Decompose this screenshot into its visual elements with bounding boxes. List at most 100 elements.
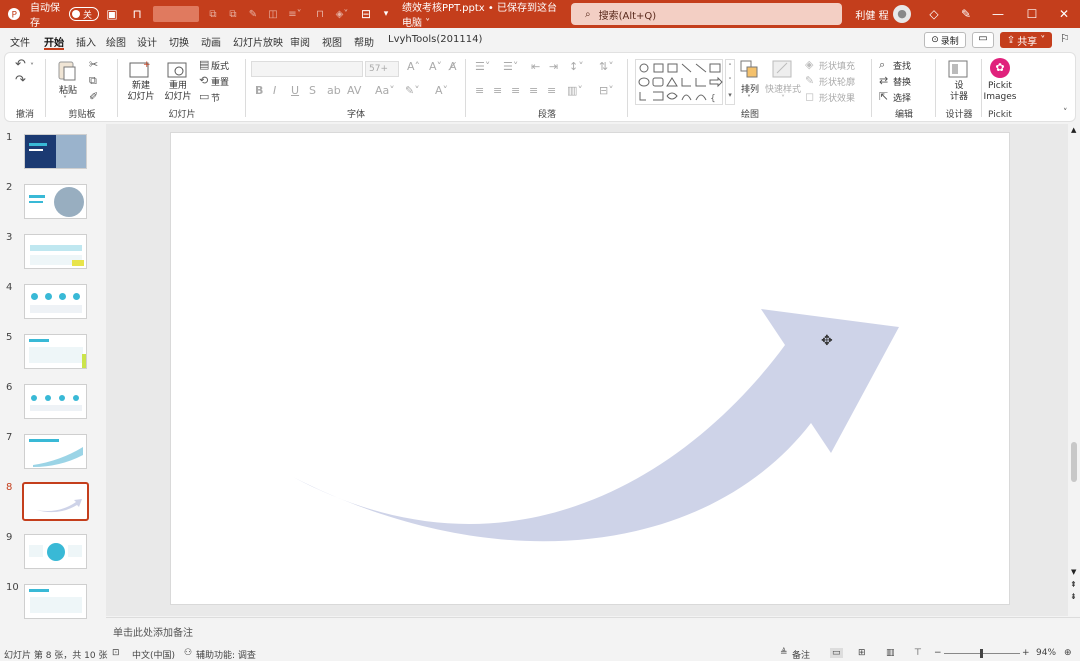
tab-file[interactable]: 文件 xyxy=(10,34,30,49)
layout-label[interactable]: 版式 xyxy=(211,59,229,72)
align-text-icon[interactable]: ⊟˅ xyxy=(599,85,614,97)
section-icon[interactable]: ▭ xyxy=(199,91,209,103)
quick-styles-icon[interactable] xyxy=(771,59,793,82)
thumbnail-slide-2[interactable]: 2 xyxy=(0,182,104,230)
increase-indent-icon[interactable]: ⇥ xyxy=(549,61,558,73)
normal-view-icon[interactable]: ▭ xyxy=(830,648,843,658)
scroll-up-icon[interactable]: ▲ xyxy=(1071,126,1076,134)
shape-outline-icon[interactable]: ✎ xyxy=(805,75,814,87)
file-name[interactable]: 绩效考核PPT.pptx • 已保存到这台电脑 ˅ xyxy=(402,0,564,29)
zoom-slider-thumb[interactable] xyxy=(979,649,983,658)
close-icon[interactable]: ✕ xyxy=(1054,0,1074,28)
find-label[interactable]: 查找 xyxy=(893,59,911,72)
slide-canvas[interactable]: ✥ xyxy=(170,132,1010,605)
tab-transitions[interactable]: 切换 xyxy=(169,34,189,49)
qat-icon-7[interactable]: ⊟ xyxy=(358,0,374,28)
prev-slide-icon[interactable]: ⇞ xyxy=(1070,580,1077,589)
pen-icon[interactable]: ✎ xyxy=(958,0,974,28)
chevron-down-icon[interactable]: ˅ xyxy=(30,61,34,73)
shape-effects-label[interactable]: 形状效果 xyxy=(819,91,855,104)
undo-icon[interactable]: ↶ xyxy=(15,58,26,71)
pickit-icon[interactable]: ✿ xyxy=(990,58,1010,78)
zoom-in-icon[interactable]: + xyxy=(1022,648,1030,658)
italic-icon[interactable]: I xyxy=(273,85,276,97)
tab-review[interactable]: 审阅 xyxy=(290,34,310,49)
qat-icon-4[interactable]: ◫ xyxy=(265,0,281,28)
reuse-slide-icon[interactable] xyxy=(167,59,189,82)
new-slide-label[interactable]: 新建 幻灯片 xyxy=(123,81,159,103)
reset-label[interactable]: 重置 xyxy=(211,75,229,88)
bold-icon[interactable]: B xyxy=(255,85,263,97)
thumbnail-slide-3[interactable]: 3 xyxy=(0,232,104,280)
shape-effects-icon[interactable]: ◻ xyxy=(805,91,814,103)
bullets-icon[interactable]: ☰˅ xyxy=(475,61,490,73)
paste-icon[interactable] xyxy=(57,59,77,81)
reading-view-icon[interactable]: ▥ xyxy=(886,648,895,658)
section-label[interactable]: 节 xyxy=(211,91,220,104)
reuse-slide-label[interactable]: 重用 幻灯片 xyxy=(161,81,195,103)
zoom-level[interactable]: 94% xyxy=(1036,648,1056,658)
arrange-icon[interactable] xyxy=(739,59,761,82)
record-button[interactable]: ⊙ 录制 xyxy=(924,32,966,48)
thumbnail-slide-5[interactable]: 5 xyxy=(0,332,104,380)
zoom-slider[interactable] xyxy=(944,649,1020,658)
chevron-down-icon[interactable]: ˅ xyxy=(63,94,67,106)
search-box[interactable]: ⌕ 搜索(Alt+Q) xyxy=(571,0,842,28)
next-slide-icon[interactable]: ⇟ xyxy=(1070,592,1077,601)
slideshow-icon[interactable]: ⊤ xyxy=(914,648,922,658)
zoom-out-icon[interactable]: − xyxy=(934,648,942,658)
select-icon[interactable]: ⇱ xyxy=(879,91,888,103)
strikethrough-icon[interactable]: ab xyxy=(327,85,341,97)
accessibility-status[interactable]: 辅助功能: 调查 xyxy=(196,648,256,661)
highlight-icon[interactable]: ✎˅ xyxy=(405,85,420,97)
tab-insert[interactable]: 插入 xyxy=(76,34,96,49)
vertical-scrollbar[interactable]: ▲ ▼ ⇞ ⇟ xyxy=(1068,124,1080,616)
increase-font-icon[interactable]: A˄ xyxy=(407,61,420,73)
notes-pane[interactable]: 单击此处添加备注 xyxy=(106,617,1080,645)
tab-view[interactable]: 视图 xyxy=(322,34,342,49)
thumbnail-slide-9[interactable]: 9 xyxy=(0,532,104,580)
qat-customize-icon[interactable]: ▾ xyxy=(380,0,392,28)
scroll-thumb[interactable] xyxy=(1071,442,1077,482)
minimize-icon[interactable]: — xyxy=(988,0,1008,28)
qat-align-icon[interactable]: ≡˅ xyxy=(285,0,305,28)
shape-outline-label[interactable]: 形状轮廓 xyxy=(819,75,855,88)
pickit-label[interactable]: Pickit Images xyxy=(979,81,1021,103)
chevron-down-icon[interactable]: ˅ xyxy=(747,93,751,105)
clear-format-icon[interactable]: A̸ xyxy=(449,61,457,73)
tab-home[interactable]: 开始 xyxy=(44,34,64,49)
redo-icon[interactable]: ↷ xyxy=(15,74,26,87)
scroll-down-icon[interactable]: ▼ xyxy=(1071,568,1076,576)
shadow-icon[interactable]: S xyxy=(309,85,316,97)
qat-icon-6[interactable]: ◈˅ xyxy=(332,0,352,28)
replace-icon[interactable]: ⇄ xyxy=(879,75,888,87)
font-name-field[interactable] xyxy=(251,61,363,77)
designer-icon[interactable] xyxy=(947,59,969,82)
shapes-scroll[interactable]: ˄ ˅ ▾ xyxy=(725,59,735,105)
new-slide-icon[interactable]: + xyxy=(129,59,151,82)
align-left-icon[interactable]: ≡ xyxy=(475,85,484,97)
collapse-ribbon-icon[interactable]: ˅ xyxy=(1063,107,1068,119)
tab-help[interactable]: 帮助 xyxy=(354,34,374,49)
tab-draw[interactable]: 绘图 xyxy=(106,34,126,49)
columns-icon[interactable]: ▥˅ xyxy=(567,85,583,97)
avatar[interactable]: ● xyxy=(892,0,912,28)
diamond-icon[interactable]: ◇ xyxy=(926,0,942,28)
user-name[interactable]: 利健 程 xyxy=(852,0,892,28)
font-size-field[interactable]: 57+ xyxy=(365,61,399,77)
align-right-icon[interactable]: ≡ xyxy=(511,85,520,97)
thumbnail-slide-8[interactable]: 8 xyxy=(0,482,104,530)
copy-icon[interactable]: ⧉ xyxy=(89,75,97,87)
text-direction-icon[interactable]: ⇅˅ xyxy=(599,61,614,73)
language-indicator[interactable]: 中文(中国) xyxy=(132,648,175,661)
font-color-icon[interactable]: A˅ xyxy=(435,85,448,97)
format-painter-icon[interactable]: ✐ xyxy=(89,91,98,103)
thumbnail-slide-1[interactable]: 1 xyxy=(0,132,104,180)
qat-font-box[interactable] xyxy=(152,0,200,28)
spellcheck-icon[interactable]: ⊡ xyxy=(112,648,120,658)
tab-design[interactable]: 设计 xyxy=(137,34,157,49)
comment-icon[interactable]: ▭ xyxy=(972,32,994,48)
qat-icon-1[interactable]: ⧉ xyxy=(205,0,221,28)
thumbnail-slide-4[interactable]: 4 xyxy=(0,282,104,330)
designer-label[interactable]: 设计器 xyxy=(939,81,979,103)
